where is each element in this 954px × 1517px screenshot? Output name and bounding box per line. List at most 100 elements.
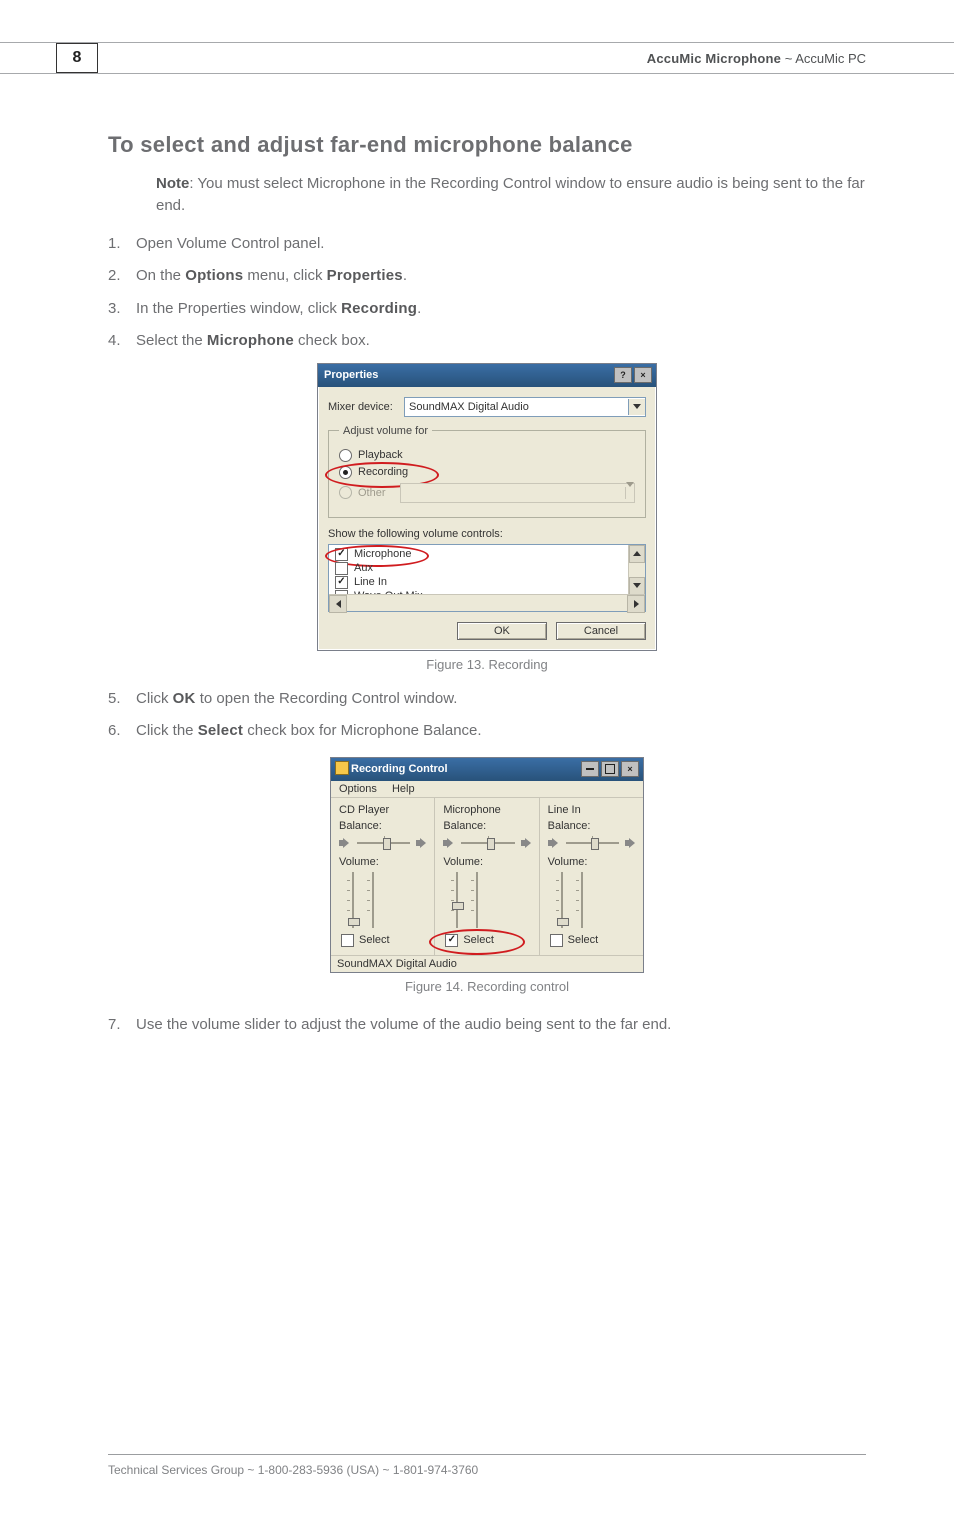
recording-titlebar[interactable]: Recording Control × bbox=[331, 758, 643, 781]
channel-line-in: Line In Balance: Volume: bbox=[540, 798, 643, 955]
list-item-label: Aux bbox=[354, 562, 373, 574]
select-label: Select bbox=[568, 934, 599, 946]
checkbox-icon[interactable] bbox=[550, 934, 563, 947]
checkbox-icon[interactable] bbox=[335, 576, 348, 589]
channel-title: CD Player bbox=[339, 804, 428, 816]
note-text: : You must select Microphone in the Reco… bbox=[156, 175, 865, 214]
volume-slider[interactable] bbox=[347, 872, 428, 928]
balance-slider[interactable] bbox=[461, 836, 514, 850]
select-checkbox-linein[interactable]: Select bbox=[548, 934, 637, 947]
section-title: To select and adjust far-end microphone … bbox=[108, 132, 866, 158]
select-label: Select bbox=[359, 934, 390, 946]
volume-slider[interactable] bbox=[451, 872, 532, 928]
recording-columns: CD Player Balance: Volume: bbox=[331, 798, 643, 955]
step-5: Click OK to open the Recording Control w… bbox=[108, 688, 866, 711]
scroll-left-icon[interactable] bbox=[329, 595, 347, 613]
list-item-label: Microphone bbox=[354, 548, 411, 560]
close-icon[interactable]: × bbox=[634, 367, 652, 383]
channel-cd-player: CD Player Balance: Volume: bbox=[331, 798, 435, 955]
steps-list-c: Use the volume slider to adjust the volu… bbox=[108, 1014, 866, 1037]
step-6: Click the Select check box for Microphon… bbox=[108, 720, 866, 743]
minimize-icon[interactable] bbox=[581, 761, 599, 777]
page-footer: Technical Services Group ~ 1-800-283-593… bbox=[108, 1454, 866, 1477]
speaker-right-icon bbox=[416, 837, 428, 849]
channel-title: Microphone bbox=[443, 804, 532, 816]
figure-13-caption: Figure 13. Recording bbox=[108, 657, 866, 672]
checkbox-icon[interactable] bbox=[445, 934, 458, 947]
select-label: Select bbox=[463, 934, 494, 946]
properties-title: Properties bbox=[324, 369, 378, 381]
step-1: Open Volume Control panel. bbox=[108, 233, 866, 256]
recording-control-window: Recording Control × Options Help CD Play… bbox=[330, 757, 644, 973]
radio-other: Other bbox=[339, 483, 635, 503]
app-icon bbox=[335, 761, 349, 775]
volume-slider[interactable] bbox=[556, 872, 637, 928]
menu-help[interactable]: Help bbox=[392, 783, 415, 795]
volume-label: Volume: bbox=[548, 856, 637, 868]
checkbox-icon[interactable] bbox=[341, 934, 354, 947]
list-item-microphone[interactable]: Microphone bbox=[335, 548, 639, 561]
figure-14-caption: Figure 14. Recording control bbox=[108, 979, 866, 994]
menu-bar[interactable]: Options Help bbox=[331, 781, 643, 798]
close-icon[interactable]: × bbox=[621, 761, 639, 777]
balance-slider[interactable] bbox=[357, 836, 410, 850]
speaker-left-icon bbox=[548, 837, 560, 849]
radio-icon[interactable] bbox=[339, 449, 352, 462]
balance-label: Balance: bbox=[443, 820, 532, 832]
list-item-aux[interactable]: Aux bbox=[335, 562, 639, 575]
page-header: 8 AccuMic Microphone ~ AccuMic PC bbox=[0, 42, 954, 74]
checkbox-icon[interactable] bbox=[335, 562, 348, 575]
adjust-volume-group: Adjust volume for Playback Recording bbox=[328, 425, 646, 518]
volume-label: Volume: bbox=[443, 856, 532, 868]
speaker-left-icon bbox=[443, 837, 455, 849]
radio-recording-label: Recording bbox=[358, 466, 408, 478]
chevron-down-icon bbox=[625, 487, 634, 499]
volume-controls-listbox[interactable]: Microphone Aux Line In bbox=[328, 544, 646, 612]
scroll-down-icon[interactable] bbox=[629, 577, 645, 595]
radio-recording[interactable]: Recording bbox=[339, 466, 635, 479]
checkbox-icon[interactable] bbox=[335, 548, 348, 561]
radio-icon bbox=[339, 486, 352, 499]
radio-other-label: Other bbox=[358, 487, 386, 499]
volume-controls-label: Show the following volume controls: bbox=[328, 528, 646, 540]
steps-list-a: Open Volume Control panel. On the Option… bbox=[108, 233, 866, 353]
status-bar: SoundMAX Digital Audio bbox=[331, 955, 643, 972]
scroll-right-icon[interactable] bbox=[627, 595, 645, 613]
balance-label: Balance: bbox=[339, 820, 428, 832]
menu-options[interactable]: Options bbox=[339, 783, 377, 795]
mixer-device-dropdown[interactable]: SoundMAX Digital Audio bbox=[404, 397, 646, 417]
cancel-button[interactable]: Cancel bbox=[556, 622, 646, 640]
header-title: AccuMic Microphone bbox=[647, 51, 781, 66]
list-item-label: Line In bbox=[354, 576, 387, 588]
select-checkbox-cd[interactable]: Select bbox=[339, 934, 428, 947]
note-label: Note bbox=[156, 175, 189, 192]
step-4: Select the Microphone check box. bbox=[108, 330, 866, 353]
scrollbar-vertical[interactable] bbox=[628, 545, 645, 595]
step-3: In the Properties window, click Recordin… bbox=[108, 298, 866, 321]
balance-slider[interactable] bbox=[566, 836, 619, 850]
mixer-device-value: SoundMAX Digital Audio bbox=[409, 401, 529, 413]
ok-button[interactable]: OK bbox=[457, 622, 547, 640]
other-dropdown-disabled bbox=[400, 483, 635, 503]
help-icon[interactable]: ? bbox=[614, 367, 632, 383]
page-number-box: 8 bbox=[56, 43, 98, 73]
step-7: Use the volume slider to adjust the volu… bbox=[108, 1014, 866, 1037]
select-checkbox-mic[interactable]: Select bbox=[443, 934, 532, 947]
scroll-up-icon[interactable] bbox=[629, 545, 645, 563]
channel-title: Line In bbox=[548, 804, 637, 816]
list-item-linein[interactable]: Line In bbox=[335, 576, 639, 589]
mixer-device-label: Mixer device: bbox=[328, 401, 404, 413]
maximize-icon[interactable] bbox=[601, 761, 619, 777]
steps-list-b: Click OK to open the Recording Control w… bbox=[108, 688, 866, 743]
note-paragraph: Note: You must select Microphone in the … bbox=[156, 173, 866, 217]
chevron-down-icon[interactable] bbox=[628, 399, 645, 415]
radio-icon[interactable] bbox=[339, 466, 352, 479]
properties-titlebar[interactable]: Properties ? × bbox=[318, 364, 656, 387]
radio-playback-label: Playback bbox=[358, 449, 403, 461]
volume-label: Volume: bbox=[339, 856, 428, 868]
scrollbar-horizontal[interactable] bbox=[329, 594, 645, 611]
step-2: On the Options menu, click Properties. bbox=[108, 265, 866, 288]
adjust-volume-legend: Adjust volume for bbox=[339, 425, 432, 437]
speaker-right-icon bbox=[625, 837, 637, 849]
radio-playback[interactable]: Playback bbox=[339, 449, 635, 462]
